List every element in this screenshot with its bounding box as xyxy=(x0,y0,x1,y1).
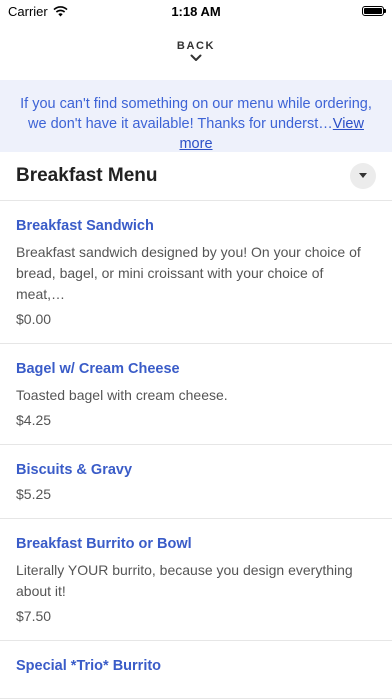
status-bar: Carrier 1:18 AM xyxy=(0,0,392,22)
item-name: Biscuits & Gravy xyxy=(16,462,133,478)
item-price: $7.50 xyxy=(16,608,52,624)
item-name: Bagel w/ Cream Cheese xyxy=(16,361,180,377)
back-button[interactable]: BACK xyxy=(0,22,392,80)
menu-item-bagel-cream-cheese[interactable]: Bagel w/ Cream Cheese Toasted bagel with… xyxy=(0,344,392,445)
status-left: Carrier xyxy=(8,4,68,19)
carrier-label: Carrier xyxy=(8,3,48,19)
menu-item-breakfast-burrito-bowl[interactable]: Breakfast Burrito or Bowl Literally YOUR… xyxy=(0,519,392,641)
menu-section-header: Breakfast Menu xyxy=(0,152,392,201)
item-name: Breakfast Sandwich xyxy=(16,218,154,234)
wifi-icon xyxy=(53,5,68,16)
menu-item-biscuits-gravy[interactable]: Biscuits & Gravy $5.25 xyxy=(0,445,392,519)
collapse-toggle-button[interactable] xyxy=(350,163,376,189)
item-price: $0.00 xyxy=(16,311,52,327)
notice-text: If you can't find something on our menu … xyxy=(20,96,372,132)
item-price: $4.25 xyxy=(16,412,52,428)
back-label: BACK xyxy=(176,40,216,52)
item-price: $5.25 xyxy=(16,486,52,502)
menu-title: Breakfast Menu xyxy=(16,165,158,186)
item-name: Special *Trio* Burrito xyxy=(16,658,162,674)
item-description: Literally YOUR burrito, because you desi… xyxy=(16,562,353,599)
item-description: Breakfast sandwich designed by you! On y… xyxy=(16,244,361,302)
battery-icon xyxy=(362,6,386,16)
menu-item-breakfast-sandwich[interactable]: Breakfast Sandwich Breakfast sandwich de… xyxy=(0,201,392,344)
notice-banner: If you can't find something on our menu … xyxy=(0,80,392,152)
caret-down-icon xyxy=(359,173,367,178)
chevron-down-icon xyxy=(190,54,202,61)
item-description: Toasted bagel with cream cheese. xyxy=(16,387,228,403)
item-name: Breakfast Burrito or Bowl xyxy=(16,536,192,552)
menu-item-special-trio-burrito[interactable]: Special *Trio* Burrito xyxy=(0,641,392,699)
